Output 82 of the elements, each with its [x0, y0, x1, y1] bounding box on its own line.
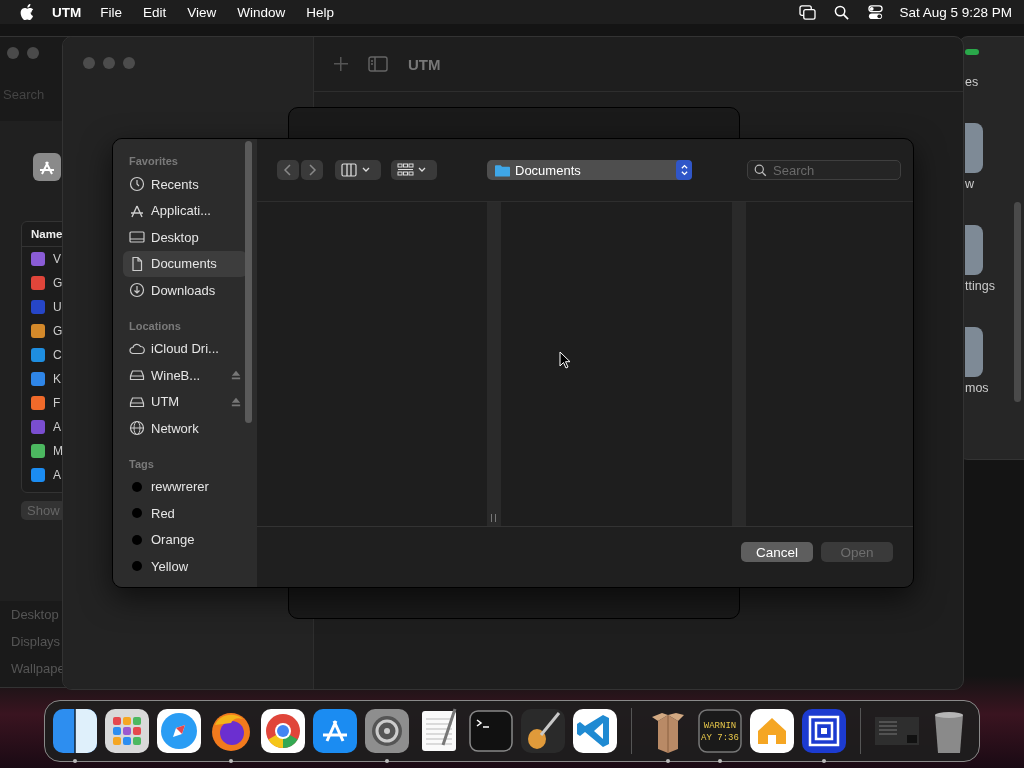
sidebar-item[interactable]: UTM — [123, 388, 247, 415]
sidebar-icon[interactable] — [368, 56, 388, 72]
sidebar-item[interactable]: Documents — [123, 250, 247, 277]
sidebar-item[interactable]: Applicati... — [123, 197, 247, 224]
app-icon[interactable] — [363, 707, 411, 755]
menu-item[interactable]: View — [187, 4, 217, 20]
menu-item[interactable]: File — [100, 4, 122, 20]
app-name: G — [53, 324, 63, 338]
app-name: G — [53, 276, 63, 290]
status-light — [965, 49, 979, 55]
app-icon[interactable] — [748, 707, 796, 755]
app-label: ttings — [965, 279, 995, 293]
app-name: U — [53, 300, 62, 314]
search-icon — [754, 163, 767, 177]
section-heading: Locations — [129, 319, 181, 332]
section-heading: Tags — [129, 457, 154, 470]
location-popup[interactable]: Documents — [487, 160, 692, 180]
menu-item[interactable]: Window — [237, 4, 286, 20]
sidebar-item[interactable]: WineB... — [123, 362, 247, 389]
app-name: F — [53, 396, 61, 410]
windows-icon[interactable] — [799, 4, 817, 20]
apple-icon[interactable] — [20, 4, 34, 20]
app-name: A — [53, 420, 61, 434]
cancel-button[interactable]: Cancel — [741, 542, 813, 562]
app-name: K — [53, 372, 61, 386]
sidebar-item[interactable]: iCloud Dri... — [123, 335, 247, 362]
clock-icon — [129, 176, 145, 193]
view-button[interactable] — [335, 160, 381, 180]
sidebar-item[interactable]: Red — [123, 500, 247, 527]
download-icon — [129, 282, 145, 299]
globe-icon — [129, 420, 145, 437]
sidebar-item[interactable]: Yellow — [123, 553, 247, 580]
group-button[interactable] — [391, 160, 437, 180]
menu-item[interactable]: Edit — [143, 4, 167, 20]
sidebar-item[interactable]: Downloads — [123, 277, 247, 304]
up-down-arrows-icon — [676, 160, 692, 180]
sidebar-item[interactable]: rewwrerer — [123, 473, 247, 500]
toggles-icon[interactable] — [867, 4, 885, 20]
sidebar-item[interactable]: Desktop — [123, 224, 247, 251]
app-icon[interactable] — [259, 707, 307, 755]
folder-icon — [495, 163, 510, 177]
resize-handle[interactable] — [491, 514, 496, 522]
app-label: w — [965, 177, 975, 191]
section-heading: Favorites — [129, 155, 178, 167]
app-icon[interactable] — [519, 707, 567, 755]
app-icon — [965, 327, 983, 377]
window-title: UTM — [408, 55, 441, 73]
app-store-icon — [33, 153, 61, 181]
app-name: A — [53, 468, 61, 482]
app-icon — [965, 225, 983, 275]
app-menu[interactable]: UTM — [52, 4, 82, 20]
app-icon[interactable] — [800, 707, 848, 755]
app-name: C — [53, 348, 62, 362]
app-icon[interactable] — [571, 707, 619, 755]
clock[interactable]: Sat Aug 5 9:28 PM — [899, 4, 1012, 20]
app-icon[interactable] — [103, 707, 151, 755]
search-icon[interactable] — [833, 4, 851, 20]
app-label: es — [965, 75, 979, 89]
scrollbar[interactable] — [1014, 202, 1021, 402]
chevron-left-icon — [283, 163, 293, 177]
app-icon[interactable] — [311, 707, 359, 755]
menu-item[interactable]: Help — [306, 4, 335, 20]
pointer-icon — [559, 351, 571, 369]
app-icon[interactable]: WARNIN AY 7:36 — [696, 707, 744, 755]
display-icon — [129, 229, 145, 246]
scrollbar[interactable] — [245, 141, 252, 423]
app-icon[interactable] — [155, 707, 203, 755]
app-name: M — [53, 444, 63, 458]
app-icon[interactable] — [51, 707, 99, 755]
eject-icon[interactable] — [231, 396, 241, 407]
sidebar-item[interactable]: Recents — [123, 171, 247, 198]
back-button[interactable] — [277, 160, 299, 180]
sidebar-item[interactable]: Orange — [123, 526, 247, 553]
forward-button[interactable] — [301, 160, 323, 180]
sidebar-item[interactable]: Network — [123, 415, 247, 442]
chevron-right-icon — [307, 163, 317, 177]
app-icon — [965, 123, 983, 173]
document-icon — [129, 255, 145, 272]
eject-icon[interactable] — [231, 370, 241, 381]
app-label: mos — [965, 381, 989, 395]
column-scrollbar[interactable] — [487, 202, 501, 526]
app-name: V — [53, 252, 61, 266]
